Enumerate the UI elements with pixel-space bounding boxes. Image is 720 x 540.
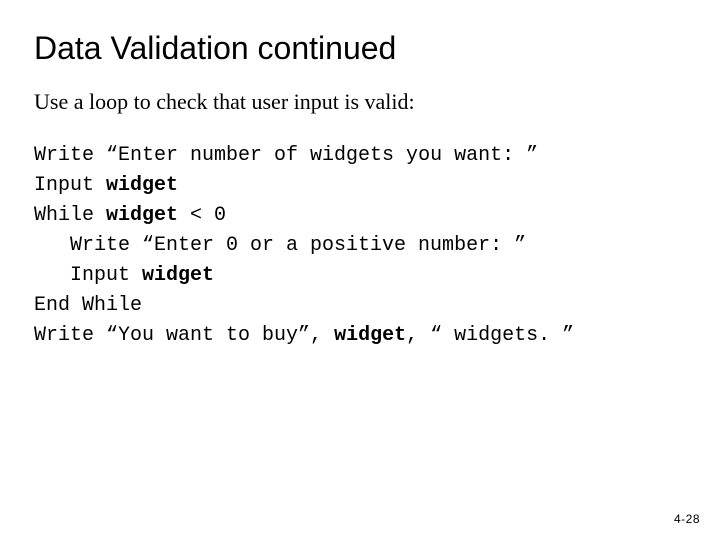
code-line-7-suffix: , “ widgets. ” <box>406 324 574 347</box>
slide-subtitle: Use a loop to check that user input is v… <box>34 89 686 115</box>
code-line-7-var: widget <box>334 324 406 347</box>
slide-title: Data Validation continued <box>34 30 686 67</box>
code-line-6: End While <box>34 294 142 317</box>
code-line-2-prefix: Input <box>34 174 106 197</box>
code-line-5-prefix: Input <box>70 264 142 287</box>
code-line-3-prefix: While <box>34 204 106 227</box>
page-number: 4-28 <box>674 512 700 526</box>
slide: Data Validation continued Use a loop to … <box>0 0 720 540</box>
code-line-1: Write “Enter number of widgets you want:… <box>34 144 538 167</box>
code-line-3-var: widget <box>106 204 178 227</box>
code-line-3-suffix: < 0 <box>178 204 226 227</box>
code-line-2-var: widget <box>106 174 178 197</box>
code-line-4: Write “Enter 0 or a positive number: ” <box>70 234 526 257</box>
code-line-5-var: widget <box>142 264 214 287</box>
code-line-7-prefix: Write “You want to buy”, <box>34 324 334 347</box>
code-block: Write “Enter number of widgets you want:… <box>34 141 686 351</box>
